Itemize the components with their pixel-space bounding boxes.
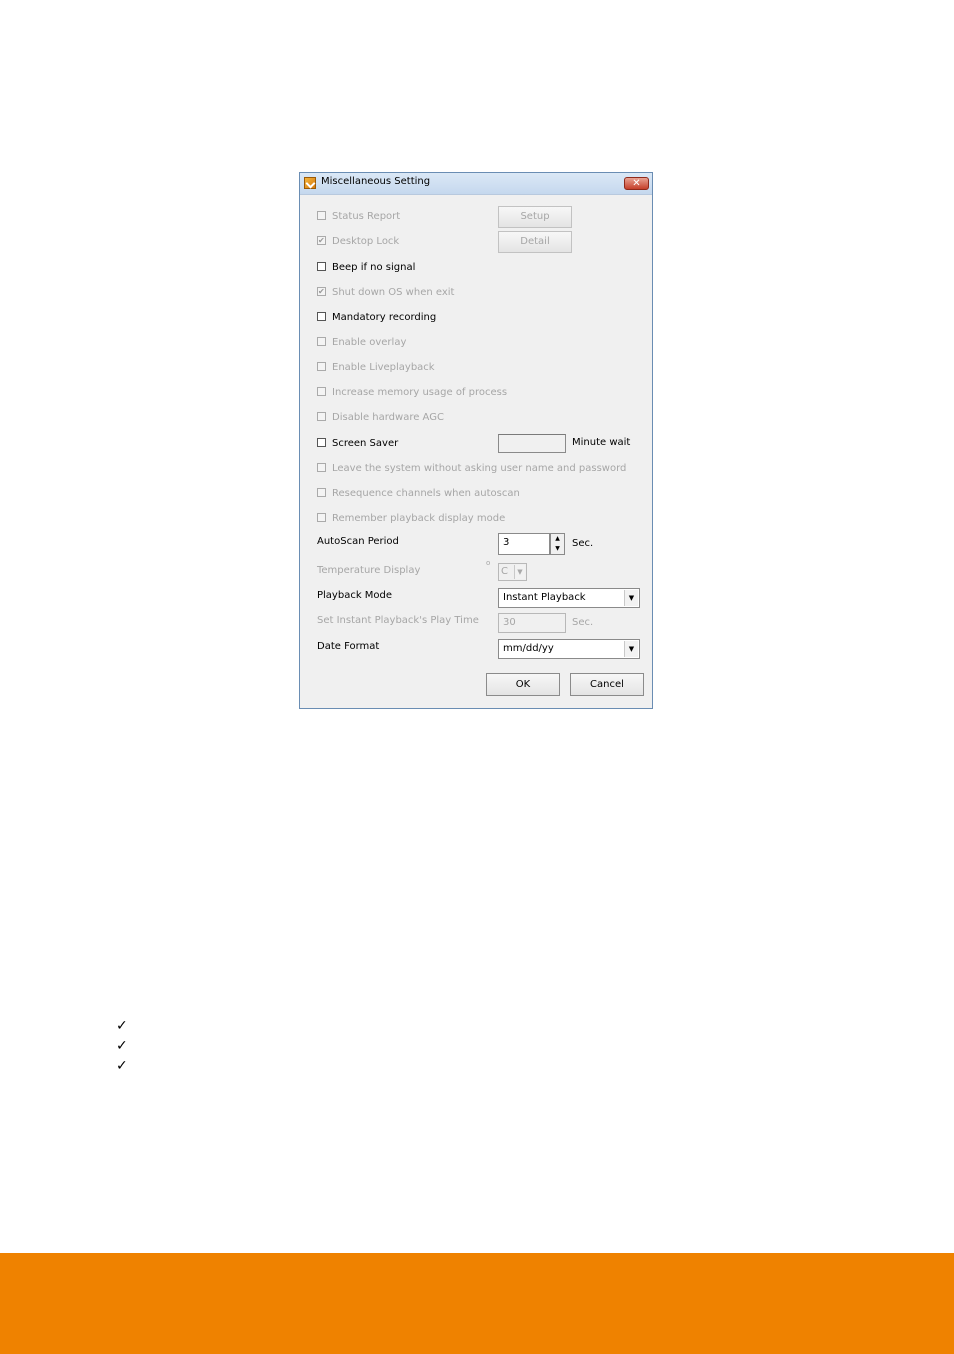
option-row[interactable]: Resequence channels when autoscan: [317, 487, 520, 501]
misc-setting-dialog: Miscellaneous Setting ✕ Status Report Des…: [299, 172, 653, 709]
option-row[interactable]: Status Report: [317, 210, 400, 224]
autoscan-input[interactable]: 3: [498, 533, 550, 555]
date-format-dropdown[interactable]: mm/dd/yy ▼: [498, 639, 640, 659]
option-row[interactable]: Remember playback display mode: [317, 512, 505, 526]
instant-play-time-unit: Sec.: [572, 617, 594, 628]
option-row[interactable]: Beep if no signal: [317, 261, 415, 275]
checkbox[interactable]: [317, 462, 326, 472]
close-button[interactable]: ✕: [624, 177, 649, 190]
playback-mode-label: Playback Mode: [317, 590, 393, 601]
option-row[interactable]: Leave the system without asking user nam…: [317, 462, 626, 476]
playback-mode-dropdown[interactable]: Instant Playback ▼: [498, 588, 640, 608]
checkbox[interactable]: [317, 261, 326, 271]
detail-button[interactable]: Detail: [498, 231, 572, 253]
checkmark-icon: ✓: [116, 1038, 128, 1054]
option-row[interactable]: Disable hardware AGC: [317, 411, 444, 425]
date-format-value: mm/dd/yy: [503, 643, 554, 654]
option-label: Screen Saver: [332, 438, 399, 449]
checkmark-icon: ✓: [116, 1018, 128, 1034]
app-icon: [304, 177, 316, 189]
autoscan-label: AutoScan Period: [317, 536, 399, 547]
temperature-dropdown[interactable]: C ▼: [498, 563, 527, 581]
chevron-down-icon[interactable]: ▼: [514, 565, 525, 579]
option-label: Remember playback display mode: [332, 513, 506, 524]
chevron-down-icon[interactable]: ▼: [624, 590, 638, 606]
temperature-value: C: [501, 566, 508, 577]
cancel-button[interactable]: Cancel: [570, 673, 644, 696]
option-label: Enable overlay: [332, 337, 407, 348]
dialog-title: Miscellaneous Setting: [321, 176, 431, 187]
option-label: Shut down OS when exit: [332, 287, 455, 298]
option-label: Enable Liveplayback: [332, 362, 435, 373]
setup-button[interactable]: Setup: [498, 206, 572, 228]
checkbox[interactable]: [317, 411, 326, 421]
checkbox[interactable]: [317, 361, 326, 371]
ok-button[interactable]: OK: [486, 673, 560, 696]
checkbox[interactable]: [317, 386, 326, 396]
instant-play-time-input[interactable]: 30: [498, 613, 566, 633]
option-row[interactable]: Increase memory usage of process: [317, 386, 507, 400]
option-label: Desktop Lock: [332, 236, 400, 247]
spin-down-icon[interactable]: ▼: [551, 544, 564, 554]
checkbox[interactable]: [317, 487, 326, 497]
option-row[interactable]: Desktop Lock: [317, 234, 400, 249]
date-format-label: Date Format: [317, 641, 380, 652]
checkmark-icon: ✓: [116, 1058, 128, 1074]
checkbox[interactable]: [317, 210, 326, 220]
playback-mode-value: Instant Playback: [503, 592, 586, 603]
checkbox[interactable]: [317, 336, 326, 346]
option-row[interactable]: Mandatory recording: [317, 311, 436, 325]
page-footer-bar: [0, 1253, 954, 1354]
temperature-label: Temperature Display: [317, 565, 421, 576]
degree-symbol: o: [486, 559, 491, 567]
option-row[interactable]: Enable overlay: [317, 336, 406, 350]
option-row[interactable]: Screen Saver: [317, 437, 398, 451]
option-label: Status Report: [332, 211, 401, 222]
minute-wait-label: Minute wait: [572, 437, 631, 448]
checkbox[interactable]: [317, 437, 326, 447]
checkbox[interactable]: [317, 234, 326, 248]
chevron-down-icon[interactable]: ▼: [624, 641, 638, 657]
option-label: Disable hardware AGC: [332, 412, 444, 423]
option-label: Resequence channels when autoscan: [332, 488, 520, 499]
checkmark-list: ✓ ✓ ✓: [116, 1016, 128, 1076]
autoscan-spinner[interactable]: ▲ ▼: [550, 533, 565, 555]
screen-saver-input[interactable]: [498, 434, 566, 453]
option-label: Leave the system without asking user nam…: [332, 463, 627, 474]
autoscan-unit: Sec.: [572, 538, 594, 549]
option-row[interactable]: Shut down OS when exit: [317, 285, 455, 300]
checkbox[interactable]: [317, 512, 326, 522]
option-row[interactable]: Enable Liveplayback: [317, 361, 435, 375]
option-label: Increase memory usage of process: [332, 387, 508, 398]
title-bar[interactable]: Miscellaneous Setting ✕: [300, 173, 652, 195]
option-label: Mandatory recording: [332, 312, 437, 323]
checkbox[interactable]: [317, 285, 326, 299]
instant-play-time-label: Set Instant Playback's Play Time: [317, 615, 479, 626]
checkbox[interactable]: [317, 311, 326, 321]
option-label: Beep if no signal: [332, 262, 416, 273]
spin-up-icon[interactable]: ▲: [551, 534, 564, 544]
